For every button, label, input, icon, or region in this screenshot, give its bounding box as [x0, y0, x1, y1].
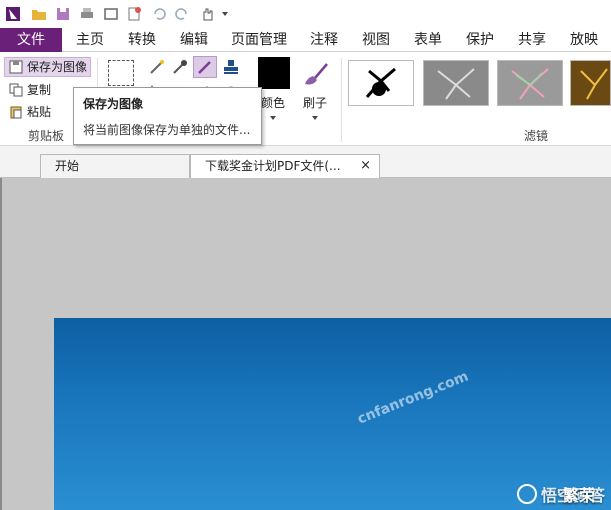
- brand-overlay: 悟空问答 繁荣网: [516, 482, 605, 506]
- tooltip-title: 保存为图像: [83, 97, 144, 111]
- save-as-image-label: 保存为图像: [27, 60, 88, 74]
- customize-dropdown-icon[interactable]: [218, 5, 232, 23]
- copy-button[interactable]: 复制: [8, 80, 51, 100]
- brand-logo-icon: [516, 484, 537, 504]
- color-label: 颜色: [261, 96, 286, 110]
- brush-label: 刷子: [303, 96, 328, 110]
- scan-icon[interactable]: [102, 5, 120, 23]
- paste-button[interactable]: 粘贴: [8, 102, 51, 122]
- quick-access-toolbar: [0, 0, 611, 28]
- copy-label: 复制: [27, 83, 52, 97]
- hand-tool-icon[interactable]: [198, 5, 216, 23]
- save-icon[interactable]: [54, 5, 72, 23]
- tab-edit[interactable]: 编辑: [170, 28, 218, 52]
- stamp-icon[interactable]: [222, 58, 240, 79]
- tab-convert[interactable]: 转换: [118, 28, 166, 52]
- brush-dropdown-icon[interactable]: [311, 110, 319, 124]
- save-as-image-button[interactable]: 保存为图像: [4, 57, 92, 77]
- eyedropper-icon[interactable]: [171, 58, 189, 79]
- pencil-tool-button[interactable]: [193, 56, 217, 78]
- undo-icon[interactable]: [150, 5, 168, 23]
- tab-annotate[interactable]: 注释: [300, 28, 348, 52]
- app-logo-icon[interactable]: [4, 5, 22, 23]
- rectangle-select-icon[interactable]: [108, 60, 134, 86]
- document-canvas[interactable]: cnfanrong.com 悟空问答 繁荣网: [0, 178, 611, 510]
- close-tab-icon[interactable]: ×: [360, 155, 371, 177]
- tab-page-management[interactable]: 页面管理: [224, 28, 294, 52]
- copy-icon: [8, 82, 24, 98]
- brush-icon[interactable]: [299, 58, 331, 93]
- watermark-text: cnfanrong.com: [355, 368, 471, 428]
- tab-start-label: 开始: [55, 159, 80, 173]
- filter-group-label: 滤镜: [524, 129, 549, 143]
- color-swatch[interactable]: [258, 57, 290, 89]
- print-icon[interactable]: [78, 5, 96, 23]
- tab-form[interactable]: 表单: [404, 28, 452, 52]
- tab-slideshow[interactable]: 放映: [560, 28, 608, 52]
- tab-share[interactable]: 共享: [508, 28, 556, 52]
- tab-start[interactable]: 开始: [40, 154, 190, 178]
- tab-document-label: 下载奖金计划PDF文件(...: [205, 159, 341, 173]
- tab-home[interactable]: 主页: [66, 28, 114, 52]
- save-as-image-tooltip: 保存为图像 将当前图像保存为单独的文件...: [73, 87, 262, 145]
- document-tab-bar: 开始 下载奖金计划PDF文件(... ×: [0, 146, 611, 178]
- new-icon[interactable]: [125, 5, 143, 23]
- tooltip-description: 将当前图像保存为单独的文件...: [83, 123, 251, 137]
- photo-image: cnfanrong.com 悟空问答 繁荣网: [54, 318, 611, 510]
- filter-thumbnail-silhouette[interactable]: [348, 60, 414, 106]
- clipboard-group-label: 剪贴板: [28, 129, 65, 143]
- paste-label: 粘贴: [27, 105, 52, 119]
- open-folder-icon[interactable]: [30, 5, 48, 23]
- filter-thumbnail-sepia[interactable]: [570, 60, 611, 106]
- save-image-icon: [8, 59, 24, 75]
- brand-overlay-text: 繁荣网: [562, 486, 595, 505]
- redo-icon[interactable]: [173, 5, 191, 23]
- menu-tab-bar: 文件 主页 转换 编辑 页面管理 注释 视图 表单 保护 共享 放映: [0, 28, 611, 52]
- tab-view[interactable]: 视图: [352, 28, 400, 52]
- ribbon-separator: [341, 58, 342, 142]
- tab-file[interactable]: 文件: [0, 28, 62, 52]
- tab-document[interactable]: 下载奖金计划PDF文件(... ×: [190, 154, 380, 178]
- tab-protect[interactable]: 保护: [456, 28, 504, 52]
- filter-thumbnail-emboss[interactable]: [423, 60, 489, 106]
- magic-wand-icon[interactable]: [148, 58, 166, 79]
- filter-thumbnail-outline[interactable]: [497, 60, 563, 106]
- color-dropdown-icon[interactable]: [269, 110, 277, 124]
- paste-icon: [8, 104, 24, 120]
